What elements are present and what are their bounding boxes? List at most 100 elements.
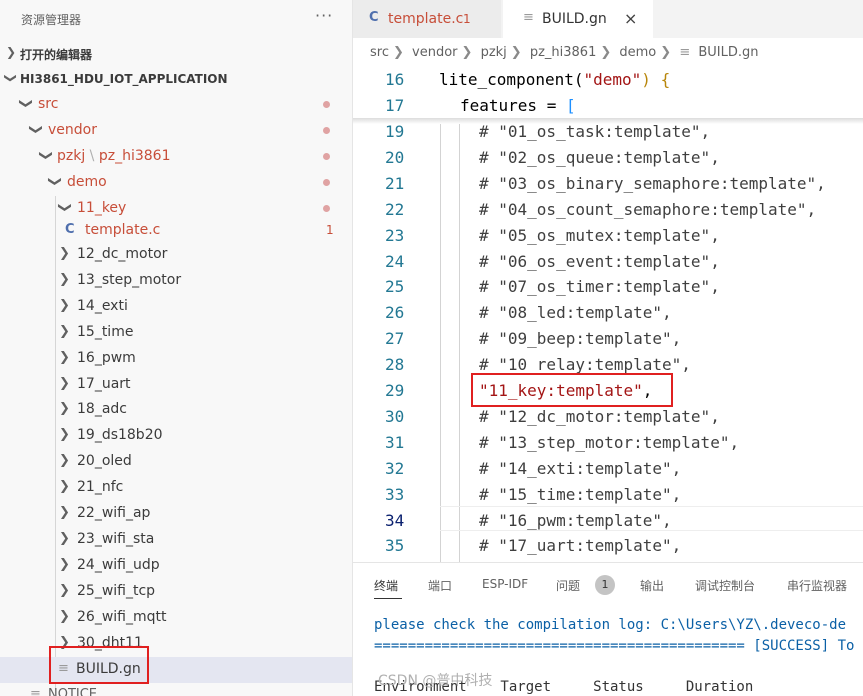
- breadcrumb-pz-hi3861[interactable]: pz_hi3861: [530, 45, 597, 60]
- breadcrumb-vendor[interactable]: vendor: [412, 45, 457, 60]
- panel-tab-problems[interactable]: 问题: [556, 577, 580, 594]
- line-number: 35: [385, 536, 405, 556]
- editor-area: C template.c 1 ≡ BUILD.gn × src ❯ vendor ❯…: [353, 0, 863, 696]
- line-number: 25: [385, 277, 405, 297]
- tree-item-folder[interactable]: ❯ 14_exti: [0, 294, 352, 320]
- panel-tab-esp-idf[interactable]: ESP-IDF: [482, 577, 528, 591]
- tree-label-pzkj: pzkj \ pz_hi3861: [57, 148, 171, 164]
- tree-label: NOTICE: [48, 687, 98, 696]
- code-text: # "13_step_motor:template",: [479, 432, 740, 452]
- current-line-highlight: [440, 506, 863, 531]
- active-tab-indicator: [374, 598, 402, 599]
- tree-label: 15_time: [77, 323, 134, 340]
- tree-label: 18_adc: [77, 401, 127, 418]
- panel-tab-ports[interactable]: 端口: [428, 577, 452, 594]
- breadcrumb-build-gn[interactable]: BUILD.gn: [698, 45, 758, 60]
- modified-dot: [323, 179, 330, 186]
- modified-dot: [323, 101, 330, 108]
- line-number: 21: [385, 173, 405, 193]
- tab-build-gn[interactable]: ≡ BUILD.gn ×: [503, 0, 653, 38]
- tree-item-folder[interactable]: ❯ 13_step_motor: [0, 268, 352, 294]
- chevron-right-icon: ❯: [59, 427, 70, 443]
- code-text: # "06_os_event:template",: [479, 251, 720, 271]
- tree-item-folder[interactable]: ❯ 24_wifi_udp: [0, 553, 352, 579]
- tree-item-folder[interactable]: ❯ 19_ds18b20: [0, 423, 352, 449]
- watermark: CSDN @普中科技: [378, 673, 493, 689]
- breadcrumb-demo[interactable]: demo: [619, 45, 656, 60]
- breadcrumb-pzkj[interactable]: pzkj: [481, 45, 507, 60]
- panel-tab-debug-console[interactable]: 调试控制台: [695, 577, 755, 594]
- tree-item-folder[interactable]: ❯ 12_dc_motor: [0, 242, 352, 268]
- line-number: 28: [385, 355, 405, 375]
- file-lines-icon: ≡: [30, 687, 41, 696]
- tree-item-folder[interactable]: ❯ 26_wifi_mqtt: [0, 605, 352, 631]
- tree-item-folder[interactable]: ❯ 22_wifi_ap: [0, 501, 352, 527]
- problems-badge: 1: [595, 575, 615, 595]
- tree-label: 12_dc_motor: [77, 246, 168, 262]
- modified-dot: [323, 205, 330, 212]
- line-number: 27: [385, 329, 405, 349]
- tree-item-src[interactable]: ❯ src: [0, 92, 352, 118]
- code-text: # "04_os_count_semaphore:template",: [479, 199, 817, 219]
- panel-tab-terminal[interactable]: 终端: [374, 577, 398, 594]
- line-number: 23: [385, 225, 405, 245]
- c-file-icon: C: [65, 222, 75, 237]
- chevron-right-icon: ❯: [392, 45, 404, 60]
- chevron-down-icon: ❯: [46, 176, 62, 187]
- code-text: # "08_led:template",: [479, 303, 672, 323]
- tree-label: 11_key: [77, 200, 127, 216]
- tree-label: 16_pwm: [77, 349, 136, 366]
- tree-item-folder[interactable]: ❯ 17_uart: [0, 372, 352, 398]
- code-text: lite_component("demo") {: [439, 70, 671, 89]
- tree-item-notice[interactable]: ≡ NOTICE: [0, 683, 352, 696]
- line-number: 19: [385, 122, 405, 141]
- file-lines-icon: ≡: [679, 45, 691, 60]
- project-section[interactable]: ❯ HI3861_HDU_IOT_APPLICATION: [0, 66, 352, 92]
- chevron-right-icon: ❯: [59, 530, 70, 546]
- tree-item-folder[interactable]: ❯ 21_nfc: [0, 475, 352, 501]
- tree-item-folder[interactable]: ❯ 16_pwm: [0, 346, 352, 372]
- tab-template-c[interactable]: C template.c 1: [353, 0, 501, 38]
- file-lines-icon: ≡: [523, 10, 534, 25]
- tree-item-demo[interactable]: ❯ demo: [0, 170, 352, 196]
- tree-label: 23_wifi_sta: [77, 530, 155, 547]
- tree-item-folder[interactable]: ❯ 25_wifi_tcp: [0, 579, 352, 605]
- panel-tab-serial-monitor[interactable]: 串行监视器: [787, 577, 847, 594]
- chevron-right-icon: ❯: [59, 453, 70, 469]
- breadcrumb-src[interactable]: src: [370, 45, 389, 60]
- tree-label: 20_oled: [77, 453, 132, 470]
- code-text: # "03_os_binary_semaphore:template",: [479, 173, 826, 193]
- tab-label: BUILD.gn: [542, 11, 607, 27]
- chevron-right-icon: ❯: [600, 45, 612, 60]
- build-gn-highlight-box: [49, 646, 149, 684]
- code-text: # "09_beep:template",: [479, 329, 682, 349]
- tree-label: 14_exti: [77, 297, 128, 314]
- more-actions-icon[interactable]: ···: [315, 6, 333, 25]
- code-text: # "02_os_queue:template",: [479, 147, 720, 167]
- open-editors-section[interactable]: ❯ 打开的编辑器: [0, 40, 352, 66]
- tree-label: 19_ds18b20: [77, 427, 163, 444]
- tree-item-folder[interactable]: ❯ 23_wifi_sta: [0, 527, 352, 553]
- tree-item-pzkj[interactable]: ❯ pzkj \ pz_hi3861: [0, 144, 352, 170]
- chevron-right-icon: ❯: [59, 323, 70, 339]
- code-view[interactable]: 16 lite_component("demo") { 17 features …: [353, 66, 863, 562]
- chevron-down-icon: ❯: [17, 98, 33, 109]
- tree-item-folder[interactable]: ❯ 20_oled: [0, 449, 352, 475]
- chevron-right-icon: ❯: [59, 556, 70, 572]
- tree-item-folder[interactable]: ❯ 18_adc: [0, 397, 352, 423]
- problem-count: 1: [326, 223, 334, 237]
- code-text: # "17_uart:template",: [479, 536, 682, 556]
- line-number: 24: [385, 251, 405, 271]
- close-icon[interactable]: ×: [624, 9, 637, 28]
- line-number: 16: [385, 70, 405, 89]
- tree-item-template-c[interactable]: C template.c 1: [0, 218, 352, 244]
- modified-dot: [323, 127, 330, 134]
- tree-item-vendor[interactable]: ❯ vendor: [0, 118, 352, 144]
- tree-label: template.c: [85, 222, 161, 238]
- line-number: 29: [385, 381, 405, 400]
- tree-label: 21_nfc: [77, 479, 124, 496]
- chevron-right-icon: ❯: [59, 271, 70, 287]
- panel-tab-output[interactable]: 输出: [640, 577, 664, 594]
- line-number: 20: [385, 147, 405, 167]
- tree-item-folder[interactable]: ❯ 15_time: [0, 320, 352, 346]
